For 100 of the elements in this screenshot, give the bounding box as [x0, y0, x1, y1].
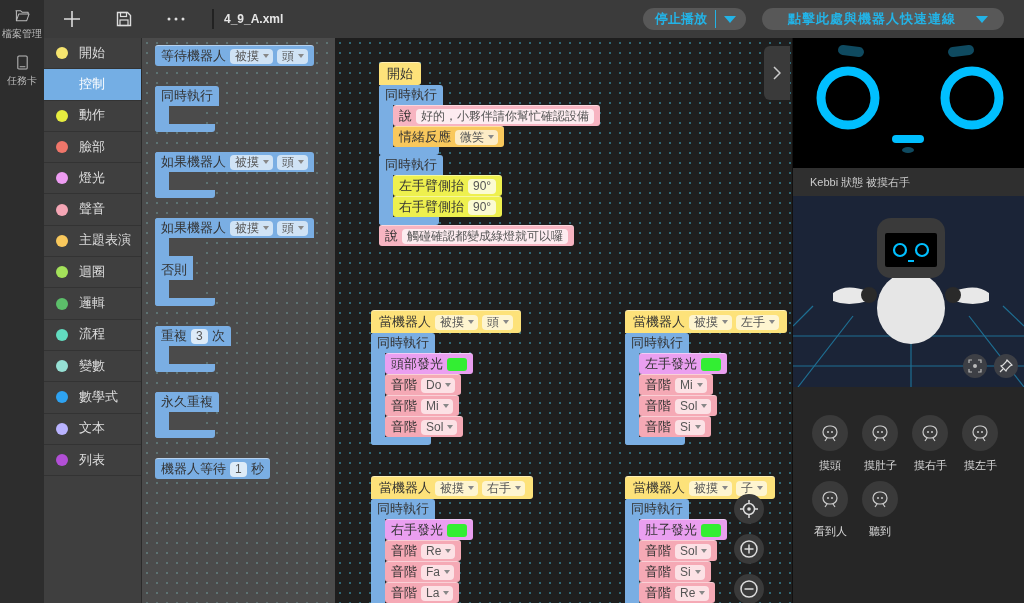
- category-item[interactable]: 數學式: [44, 382, 141, 414]
- dropdown-field[interactable]: Do: [421, 377, 456, 393]
- code-block[interactable]: 肚子發光: [639, 519, 727, 540]
- sidebar-item[interactable]: 檔案管理: [2, 6, 42, 43]
- sensor-trigger-button[interactable]: 摸左手: [955, 415, 1005, 473]
- c-block[interactable]: 同時執行 頭部發光 音階 Do 音階 Mi 音階 Sol: [371, 333, 473, 445]
- dropdown-field[interactable]: 頭: [277, 220, 308, 236]
- code-block[interactable]: 音階 Re: [639, 582, 716, 603]
- c-block[interactable]: 同時執行: [155, 86, 219, 132]
- input-field[interactable]: 好的，小夥伴請你幫忙確認設備: [416, 108, 594, 124]
- sidebar-item[interactable]: 任務卡: [7, 53, 37, 90]
- dropdown-field[interactable]: Si: [675, 564, 705, 580]
- category-item[interactable]: 迴圈: [44, 257, 141, 289]
- code-block[interactable]: 當機器人 被摸 右手: [371, 476, 533, 499]
- input-field[interactable]: 觸碰確認都變成綠燈就可以囉: [402, 228, 568, 244]
- code-block[interactable]: 右手臂側抬 90°: [393, 196, 503, 217]
- code-block[interactable]: 音階 Mi: [385, 395, 459, 416]
- dropdown-field[interactable]: Mi: [675, 377, 707, 393]
- code-block[interactable]: 開始: [379, 62, 421, 85]
- color-swatch[interactable]: [447, 357, 467, 371]
- code-block[interactable]: 音階 Mi: [639, 374, 713, 395]
- c-block[interactable]: 重複 3 次: [155, 326, 231, 372]
- code-block[interactable]: 音階 Si: [639, 416, 711, 437]
- dropdown-field[interactable]: 子: [736, 480, 767, 496]
- category-item[interactable]: 聲音: [44, 194, 141, 226]
- input-field[interactable]: 90°: [468, 178, 497, 194]
- c-block[interactable]: 同時執行 左手發光 音階 Mi 音階 Sol 音階 Si: [625, 333, 727, 445]
- code-block[interactable]: 說 觸碰確認都變成綠燈就可以囉: [379, 225, 574, 246]
- dropdown-field[interactable]: Mi: [421, 398, 453, 414]
- dropdown-field[interactable]: 頭: [277, 48, 308, 64]
- dropdown-field[interactable]: La: [421, 585, 454, 601]
- category-item[interactable]: 文本: [44, 413, 141, 445]
- dropdown-field[interactable]: 被摸: [689, 314, 732, 330]
- sensor-trigger-button[interactable]: 聽到: [855, 481, 905, 539]
- dropdown-field[interactable]: Sol: [421, 419, 458, 435]
- sensor-trigger-button[interactable]: 摸頭: [805, 415, 855, 473]
- category-item[interactable]: 主題表演: [44, 225, 141, 258]
- dropdown-field[interactable]: Sol: [675, 543, 712, 559]
- c-block[interactable]: 同時執行 右手發光 音階 Re 音階 Fa 音階 La: [371, 499, 473, 603]
- code-block[interactable]: 音階 Sol: [639, 395, 718, 416]
- c-block[interactable]: 同時執行 說 好的，小夥伴請你幫忙確認設備 情緒反應 微笑: [379, 85, 600, 155]
- dropdown-field[interactable]: Sol: [675, 398, 712, 414]
- code-block[interactable]: 當機器人 被摸 子: [625, 476, 775, 499]
- code-block[interactable]: 左手發光: [639, 353, 727, 374]
- dropdown-field[interactable]: Fa: [421, 564, 454, 580]
- code-block[interactable]: 說 好的，小夥伴請你幫忙確認設備: [393, 105, 600, 126]
- code-block[interactable]: 左手臂側抬 90°: [393, 175, 503, 196]
- dropdown-field[interactable]: 被摸: [230, 220, 273, 236]
- category-item[interactable]: 臉部: [44, 131, 141, 164]
- color-swatch[interactable]: [701, 357, 721, 371]
- code-block[interactable]: 當機器人 被摸 左手: [625, 310, 787, 333]
- code-block[interactable]: 音階 Do: [385, 374, 462, 395]
- color-swatch[interactable]: [701, 523, 721, 537]
- code-block[interactable]: 機器人等待 1 秒: [155, 458, 270, 479]
- dropdown-field[interactable]: 被摸: [689, 480, 732, 496]
- sensor-trigger-button[interactable]: 看到人: [805, 481, 855, 539]
- sensor-trigger-button[interactable]: 摸右手: [905, 415, 955, 473]
- collapse-panel-button[interactable]: [764, 46, 790, 100]
- code-block[interactable]: 音階 Sol: [385, 416, 464, 437]
- input-field[interactable]: 90°: [468, 199, 497, 215]
- c-block[interactable]: 如果機器人 被摸 頭: [155, 152, 314, 198]
- zoom-in-button[interactable]: [734, 534, 764, 564]
- dropdown-field[interactable]: 右手: [482, 480, 525, 496]
- code-block[interactable]: 音階 Si: [639, 561, 711, 582]
- zoom-out-button[interactable]: [734, 574, 764, 603]
- dropdown-field[interactable]: 左手: [736, 314, 779, 330]
- code-block[interactable]: 音階 Fa: [385, 561, 460, 582]
- dropdown-field[interactable]: 微笑: [455, 129, 498, 145]
- category-item[interactable]: 動作: [44, 100, 141, 132]
- dropdown-field[interactable]: Si: [675, 419, 705, 435]
- dropdown-field[interactable]: Re: [421, 543, 456, 559]
- category-item[interactable]: 列表: [44, 444, 141, 477]
- c-block[interactable]: 同時執行 肚子發光 音階 Sol 音階 Si 音階 Re: [625, 499, 727, 603]
- code-block[interactable]: 當機器人 被摸 頭: [371, 310, 521, 333]
- category-item[interactable]: 燈光: [44, 163, 141, 195]
- dropdown-field[interactable]: 被摸: [230, 154, 273, 170]
- code-block[interactable]: 音階 La: [385, 582, 460, 603]
- code-block[interactable]: 音階 Re: [385, 540, 462, 561]
- sensor-trigger-button[interactable]: 摸肚子: [855, 415, 905, 473]
- recenter-button[interactable]: [734, 494, 764, 524]
- dropdown-field[interactable]: 被摸: [230, 48, 273, 64]
- dropdown-field[interactable]: 頭: [482, 314, 513, 330]
- dropdown-field[interactable]: Re: [675, 585, 710, 601]
- dropdown-field[interactable]: 頭: [277, 154, 308, 170]
- code-block[interactable]: 等待機器人 被摸 頭: [155, 45, 314, 66]
- category-item[interactable]: 邏輯: [44, 288, 141, 320]
- dropdown-field[interactable]: 被摸: [435, 314, 478, 330]
- c-block[interactable]: 永久重複: [155, 392, 219, 438]
- code-block[interactable]: 右手發光: [385, 519, 473, 540]
- input-field[interactable]: 1: [230, 461, 247, 477]
- category-item[interactable]: 流程: [44, 319, 141, 351]
- dropdown-field[interactable]: 被摸: [435, 480, 478, 496]
- category-item[interactable]: 變數: [44, 350, 141, 383]
- code-block[interactable]: 頭部發光: [385, 353, 473, 374]
- code-block[interactable]: 情緒反應 微笑: [393, 126, 504, 147]
- input-field[interactable]: 3: [191, 328, 208, 344]
- c-block[interactable]: 如果機器人 被摸 頭 否則: [155, 218, 314, 306]
- color-swatch[interactable]: [447, 523, 467, 537]
- c-block[interactable]: 同時執行 左手臂側抬 90° 右手臂側抬 90°: [379, 155, 503, 225]
- code-block[interactable]: 音階 Sol: [639, 540, 718, 561]
